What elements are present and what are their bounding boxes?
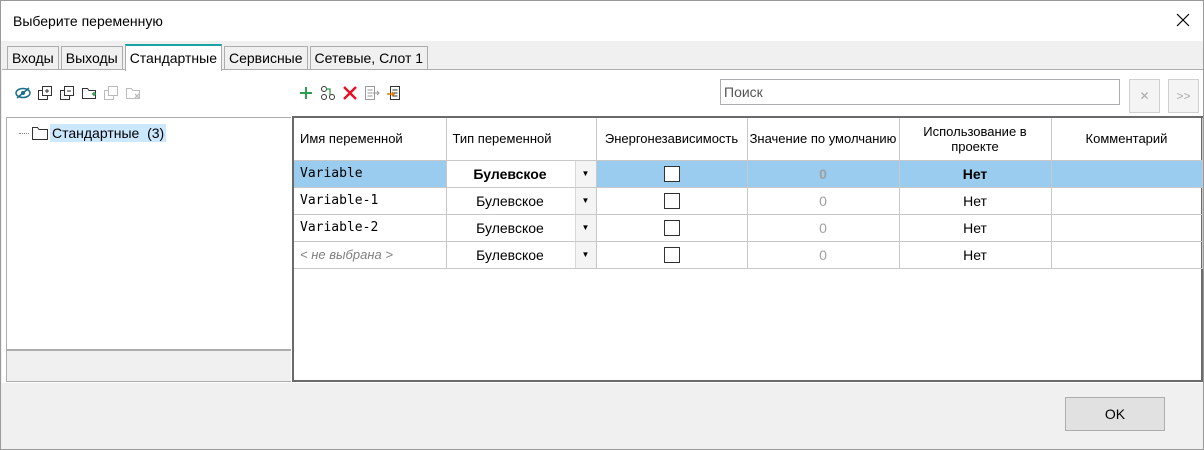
import-icon[interactable]	[385, 84, 403, 102]
retain-cell	[596, 241, 748, 269]
close-icon[interactable]	[1173, 10, 1193, 30]
search-next-button[interactable]: >>	[1168, 79, 1199, 113]
variable-type-value: Булевское	[476, 246, 544, 263]
variable-name-cell[interactable]: Variable	[294, 160, 447, 188]
ok-button[interactable]: OK	[1065, 397, 1165, 431]
retain-cell	[596, 187, 748, 215]
retain-checkbox[interactable]	[663, 247, 680, 264]
folder-icon	[31, 125, 49, 141]
variable-name-cell[interactable]: Variable-2	[294, 214, 447, 242]
delete-icon[interactable]	[341, 84, 359, 102]
column-header-type[interactable]: Тип переменной	[446, 118, 597, 161]
paste-icon[interactable]	[102, 84, 120, 102]
export-icon[interactable]	[363, 84, 381, 102]
tree-node-standard[interactable]: Стандартные (3)	[19, 124, 167, 142]
tree-footer	[6, 350, 291, 382]
table-row[interactable]: < не выбрана > Булевское ▼ 0 Нет	[294, 241, 1203, 269]
add-folder-icon[interactable]	[80, 84, 98, 102]
retain-checkbox[interactable]	[663, 166, 680, 183]
variable-type-cell[interactable]: Булевское ▼	[446, 214, 597, 242]
chevron-down-icon[interactable]: ▼	[574, 241, 596, 268]
link-variables-icon[interactable]	[319, 84, 337, 102]
search-clear-button[interactable]: ✕	[1129, 79, 1160, 113]
chevron-down-icon[interactable]: ▼	[574, 214, 596, 241]
retain-cell	[596, 214, 748, 242]
copy-icon[interactable]	[36, 84, 54, 102]
chevron-down-icon[interactable]: ▼	[574, 160, 596, 187]
usage-cell: Нет	[899, 214, 1052, 242]
comment-cell[interactable]	[1051, 187, 1203, 215]
column-header-comment[interactable]: Комментарий	[1051, 118, 1203, 161]
variable-type-value: Булевское	[473, 165, 547, 182]
duplicate-icon[interactable]	[58, 84, 76, 102]
retain-checkbox[interactable]	[663, 193, 680, 210]
retain-cell	[596, 160, 748, 188]
comment-cell[interactable]	[1051, 160, 1203, 188]
hide-icon[interactable]	[14, 84, 32, 102]
search-input[interactable]	[720, 79, 1120, 105]
add-icon[interactable]	[297, 84, 315, 102]
title-bar: Выберите переменную	[1, 1, 1203, 41]
variables-table: Имя переменной Тип переменной Энергонеза…	[292, 116, 1203, 382]
variable-type-cell[interactable]: Булевское ▼	[446, 241, 597, 269]
column-header-default[interactable]: Значение по умолчанию	[747, 118, 900, 161]
select-variable-dialog: Выберите переменную Входы Выходы Стандар…	[0, 0, 1204, 450]
variable-type-value: Булевское	[476, 192, 544, 209]
column-header-usage[interactable]: Использование в проекте	[899, 118, 1052, 161]
usage-cell: Нет	[899, 160, 1052, 188]
tab-network-slot-1[interactable]: Сетевые, Слот 1	[309, 46, 429, 70]
default-value-cell[interactable]: 0	[747, 160, 900, 188]
folder-tree: Стандартные (3)	[6, 117, 291, 350]
comment-cell[interactable]	[1051, 214, 1203, 242]
tab-content: ✕ >> Стандартные (3) Имя переменной	[2, 69, 1203, 383]
tab-bar: Входы Выходы Стандартные Сервисные Сетев…	[7, 43, 430, 71]
window-title: Выберите переменную	[13, 13, 163, 29]
delete-folder-icon[interactable]	[124, 84, 142, 102]
variable-type-cell[interactable]: Булевское ▼	[446, 160, 597, 188]
retain-checkbox[interactable]	[663, 220, 680, 237]
tab-standard[interactable]: Стандартные	[124, 44, 222, 71]
tree-connector	[19, 132, 29, 134]
table-header-row: Имя переменной Тип переменной Энергонеза…	[294, 118, 1203, 161]
variable-type-value: Булевское	[476, 219, 544, 236]
default-value-cell[interactable]: 0	[747, 187, 900, 215]
tab-outputs[interactable]: Выходы	[60, 46, 123, 70]
comment-cell[interactable]	[1051, 241, 1203, 269]
variable-name-cell[interactable]: Variable-1	[294, 187, 447, 215]
table-row[interactable]: Variable Булевское ▼ 0 Нет	[294, 160, 1203, 188]
tab-service[interactable]: Сервисные	[224, 46, 308, 70]
table-row[interactable]: Variable-1 Булевское ▼ 0 Нет	[294, 187, 1203, 215]
tab-inputs[interactable]: Входы	[7, 46, 59, 70]
variable-toolbar	[297, 84, 403, 102]
tree-toolbar	[14, 84, 142, 102]
column-header-retain[interactable]: Энергонезависимость	[596, 118, 748, 161]
variable-name-cell[interactable]: < не выбрана >	[294, 241, 447, 269]
tree-node-label: Стандартные (3)	[50, 124, 167, 142]
column-header-name[interactable]: Имя переменной	[294, 118, 447, 161]
usage-cell: Нет	[899, 187, 1052, 215]
table-row[interactable]: Variable-2 Булевское ▼ 0 Нет	[294, 214, 1203, 242]
chevron-down-icon[interactable]: ▼	[574, 187, 596, 214]
variable-type-cell[interactable]: Булевское ▼	[446, 187, 597, 215]
default-value-cell[interactable]: 0	[747, 241, 900, 269]
default-value-cell[interactable]: 0	[747, 214, 900, 242]
usage-cell: Нет	[899, 241, 1052, 269]
